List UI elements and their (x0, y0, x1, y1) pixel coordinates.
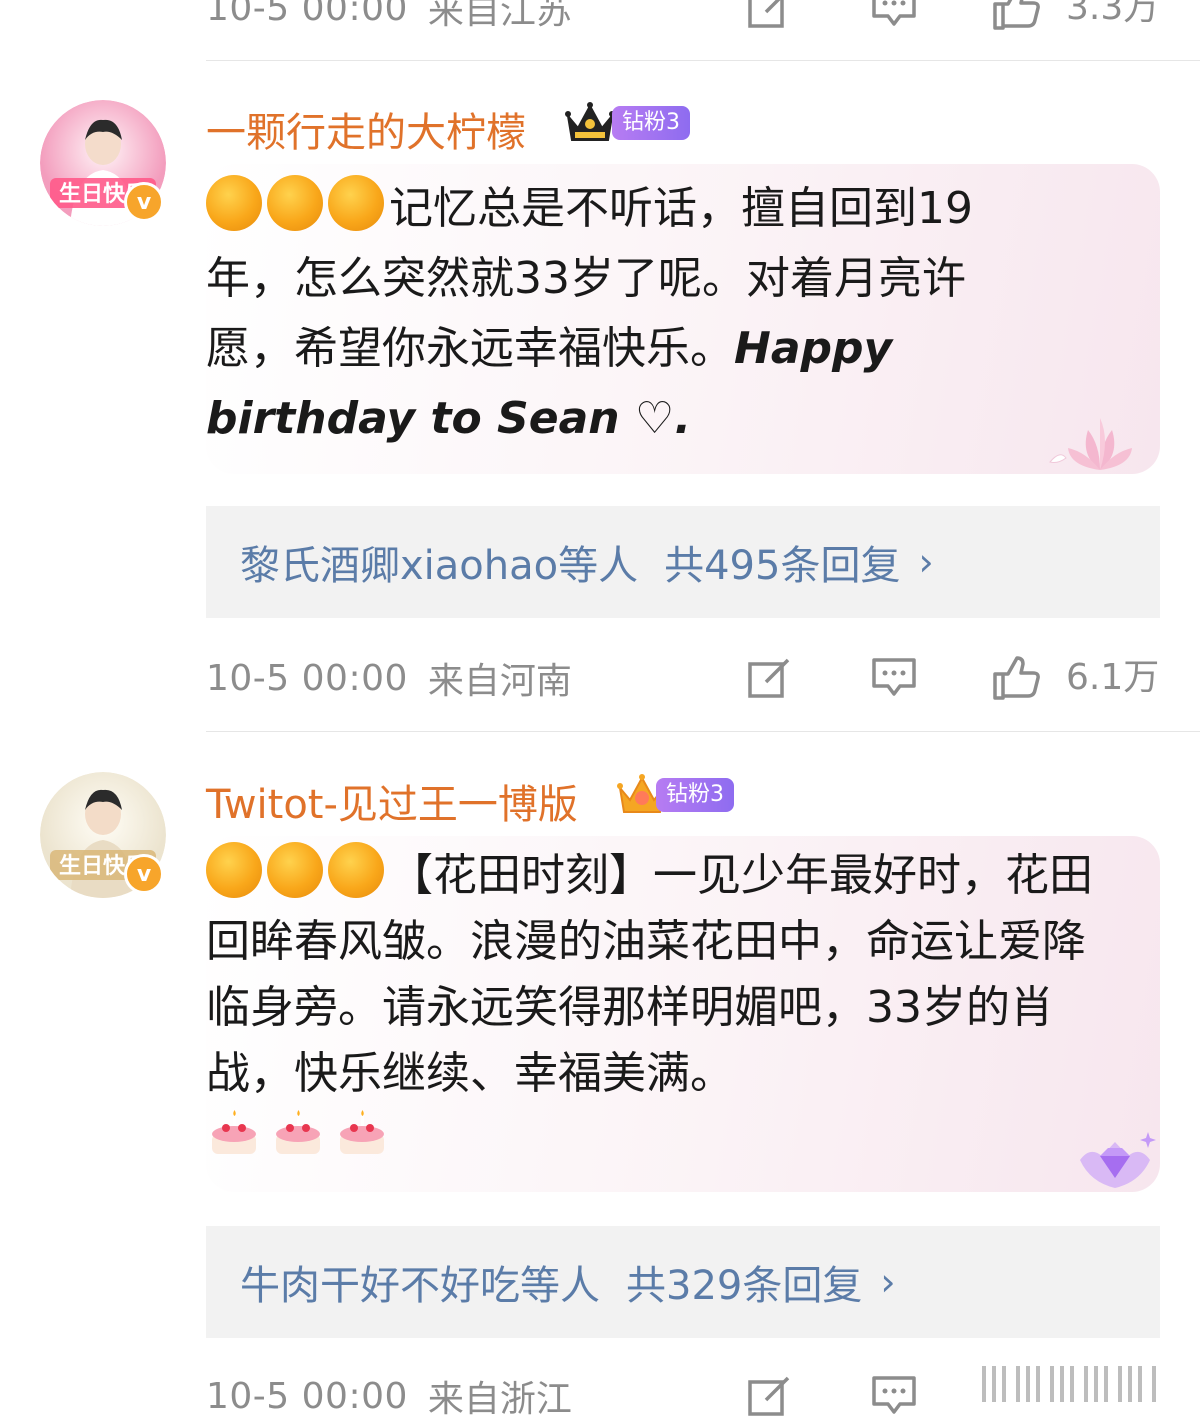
comment-icon[interactable] (870, 1374, 918, 1418)
sun-emoji-icon (328, 842, 384, 898)
comment-location: 来自浙江 (427, 1379, 572, 1420)
username[interactable]: Twitot-见过王一博版 (206, 772, 578, 830)
chevron-right-icon: › (880, 1260, 896, 1304)
username[interactable]: 一颗行走的大柠檬 (206, 100, 526, 158)
edit-icon[interactable] (746, 656, 794, 700)
previous-comment-meta: 10-5 00:00 来自江苏 3.3万 (0, 0, 1200, 38)
replies-summary[interactable]: 牛肉干好不好吃等人 共329条回复 › (206, 1226, 1160, 1338)
replies-summary[interactable]: 黎氏酒卿xiaohao等人 共495条回复 › (206, 506, 1160, 618)
lotus-decoration-icon (1049, 418, 1132, 470)
sun-emoji-icon (267, 842, 323, 898)
cake-emoji-icon (340, 1110, 384, 1154)
comment-icon[interactable] (870, 656, 918, 700)
comment-bubble: 【花田时刻】一见少年最好时，花田回眸春风皱。浪漫的油菜花田中，命运让爱降临身旁。… (206, 836, 1160, 1192)
cake-emoji-icon (212, 1110, 256, 1154)
reply-count: 共495条回复 (664, 543, 901, 589)
cake-emoji-icon (276, 1110, 320, 1154)
verified-v-icon: v (124, 182, 164, 222)
comment-meta: 10-5 00:00 来自河南 6.1万 (206, 648, 1160, 708)
verified-v-icon: v (124, 854, 164, 894)
reply-count: 共329条回复 (626, 1263, 863, 1309)
comment-text: 记忆总是不听话，擅自回到19年，怎么突然就33岁了呢。对着月亮许愿，希望你永远幸… (206, 174, 1046, 454)
edit-icon[interactable] (746, 0, 794, 30)
comment-location: 来自江苏 (427, 0, 572, 32)
sun-emoji-icon (206, 842, 262, 898)
sun-emoji-icon (267, 175, 323, 231)
thumbs-up-icon[interactable] (992, 0, 1040, 30)
chevron-right-icon: › (918, 540, 934, 584)
reply-users: 牛肉干好不好吃等人 (240, 1263, 600, 1309)
like-count: 6.1万 (1066, 657, 1160, 698)
reply-users: 黎氏酒卿xiaohao等人 (240, 543, 639, 589)
comment-time: 10-5 00:00 (206, 657, 408, 699)
like-count: 3.3万 (1066, 0, 1160, 28)
sun-emoji-icon (206, 175, 262, 231)
edit-icon[interactable] (746, 1374, 794, 1418)
fan-badge[interactable]: 钻粉3 (612, 106, 690, 140)
comment-time: 10-5 00:00 (206, 0, 408, 29)
diamond-decoration-icon (1080, 1132, 1156, 1188)
divider (206, 60, 1200, 61)
comment-time: 10-5 00:00 (206, 1375, 408, 1417)
comment-bubble: 记忆总是不听话，擅自回到19年，怎么突然就33岁了呢。对着月亮许愿，希望你永远幸… (206, 164, 1160, 474)
fan-badge[interactable]: 钻粉3 (656, 778, 734, 812)
comment-icon[interactable] (870, 0, 918, 30)
watermark-bars-icon (982, 1366, 1156, 1402)
comment-location: 来自河南 (427, 661, 572, 702)
divider (206, 731, 1200, 732)
thumbs-up-icon[interactable] (992, 656, 1040, 700)
crown-icon (565, 102, 615, 141)
comment-text: 【花田时刻】一见少年最好时，花田回眸春风皱。浪漫的油菜花田中，命运让爱降临身旁。… (206, 842, 1106, 1173)
sun-emoji-icon (328, 175, 384, 231)
